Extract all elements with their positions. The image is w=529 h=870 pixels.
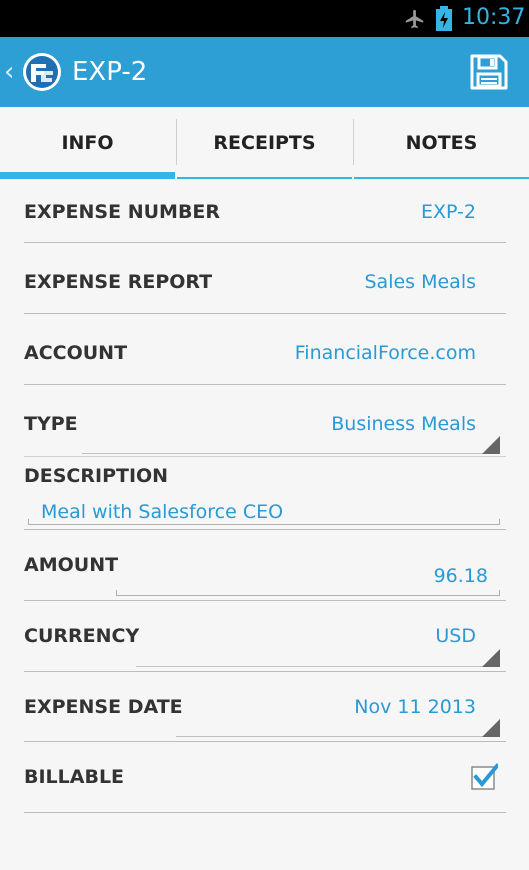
row-divider — [24, 812, 506, 813]
currency-spinner-underline — [136, 666, 500, 667]
billable-checkbox[interactable] — [470, 763, 498, 791]
type-spinner-value[interactable]: Business Meals — [331, 413, 476, 435]
billable-label: BILLABLE — [24, 766, 125, 788]
expense-date-label: EXPENSE DATE — [24, 696, 183, 718]
battery-charging-icon — [436, 6, 452, 31]
account-value[interactable]: FinancialForce.com — [295, 342, 476, 364]
account-row[interactable]: ACCOUNT FinancialForce.com — [24, 314, 506, 385]
expense-date-row: EXPENSE DATE Nov 11 2013 — [24, 672, 506, 742]
input-tick-left — [116, 590, 117, 596]
input-underline — [28, 524, 500, 525]
description-input[interactable]: Meal with Salesforce CEO — [28, 497, 500, 525]
status-clock: 10:37 — [462, 5, 526, 30]
tab-receipts-label: RECEIPTS — [213, 132, 316, 154]
description-label: DESCRIPTION — [24, 465, 169, 487]
expense-report-row[interactable]: EXPENSE REPORT Sales Meals — [24, 243, 506, 314]
tab-notes-label: NOTES — [405, 132, 478, 154]
type-spinner-underline — [82, 453, 500, 454]
expense-report-label: EXPENSE REPORT — [24, 271, 213, 293]
action-bar: ‹ EXP-2 — [0, 37, 529, 107]
tab-notes[interactable]: NOTES — [354, 107, 529, 179]
expense-number-value: EXP-2 — [420, 201, 476, 223]
tab-info[interactable]: INFO — [0, 107, 175, 179]
tab-selected-indicator — [0, 172, 175, 179]
expense-date-spinner-arrow-icon[interactable] — [482, 719, 500, 737]
account-label: ACCOUNT — [24, 342, 128, 364]
billable-row: BILLABLE — [24, 742, 506, 813]
back-icon[interactable]: ‹ — [4, 57, 14, 87]
page-title: EXP-2 — [72, 57, 148, 87]
input-tick-right — [499, 519, 500, 525]
tab-receipts[interactable]: RECEIPTS — [177, 107, 352, 179]
expense-date-spinner-underline — [176, 736, 500, 737]
type-label: TYPE — [24, 413, 78, 435]
amount-input[interactable]: 96.18 — [116, 564, 500, 596]
expense-number-row: EXPENSE NUMBER EXP-2 — [24, 179, 506, 243]
currency-spinner-arrow-icon[interactable] — [482, 649, 500, 667]
type-row: TYPE Business Meals — [24, 385, 506, 457]
currency-spinner-value[interactable]: USD — [435, 625, 476, 647]
status-bar: 10:37 — [0, 0, 529, 37]
amount-row: AMOUNT 96.18 — [24, 530, 506, 601]
amount-input-text[interactable]: 96.18 — [434, 565, 488, 587]
tab-info-label: INFO — [61, 132, 114, 154]
financialforce-logo[interactable] — [22, 52, 62, 92]
expense-report-value[interactable]: Sales Meals — [364, 271, 476, 293]
description-row: DESCRIPTION Meal with Salesforce CEO — [24, 457, 506, 530]
currency-label: CURRENCY — [24, 625, 140, 647]
description-input-text[interactable]: Meal with Salesforce CEO — [41, 501, 283, 523]
input-tick-left — [28, 519, 29, 525]
airplane-mode-icon — [405, 9, 424, 29]
input-underline — [116, 595, 500, 596]
expense-number-label: EXPENSE NUMBER — [24, 201, 221, 223]
amount-label: AMOUNT — [24, 554, 119, 576]
currency-row: CURRENCY USD — [24, 601, 506, 672]
tab-bar: INFO RECEIPTS NOTES — [0, 107, 529, 179]
save-icon[interactable] — [466, 52, 510, 92]
expense-date-spinner-value[interactable]: Nov 11 2013 — [354, 696, 476, 718]
type-spinner-arrow-icon[interactable] — [482, 436, 500, 454]
input-tick-right — [499, 590, 500, 596]
